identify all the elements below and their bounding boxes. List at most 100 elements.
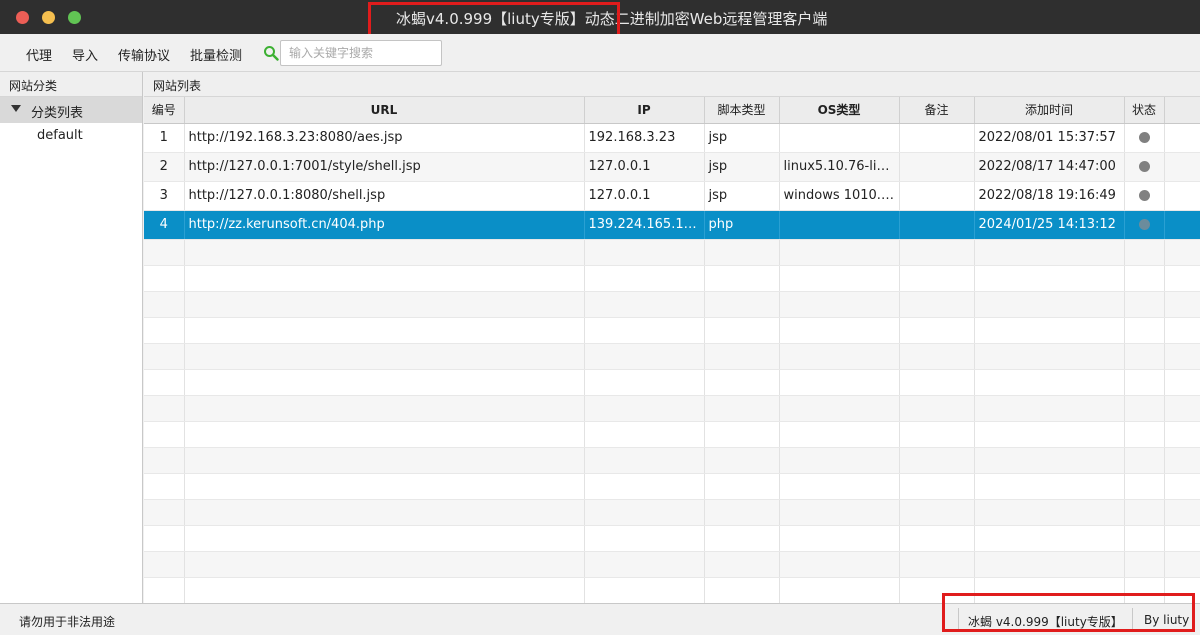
empty-cell	[779, 343, 900, 370]
close-window-button[interactable]	[16, 11, 29, 24]
empty-cell	[779, 395, 900, 422]
table-row[interactable]: 1 http://192.168.3.23:8080/aes.jsp 192.1…	[144, 123, 1200, 153]
empty-cell	[974, 317, 1125, 344]
empty-cell	[899, 473, 975, 500]
empty-cell	[704, 239, 780, 266]
empty-cell	[1164, 473, 1200, 500]
menu-proxy[interactable]: 代理	[26, 45, 52, 64]
empty-cell	[144, 369, 185, 396]
empty-cell	[584, 447, 705, 474]
tree-node-category-list[interactable]: 分类列表	[0, 97, 142, 123]
empty-cell	[704, 369, 780, 396]
empty-cell	[1124, 499, 1165, 526]
empty-table-row	[144, 343, 1200, 370]
empty-cell	[1164, 265, 1200, 292]
status-highlight-box	[942, 593, 1195, 632]
empty-cell	[584, 421, 705, 448]
column-header-url[interactable]: URL	[184, 97, 585, 124]
minimize-window-button[interactable]	[42, 11, 55, 24]
empty-cell	[974, 395, 1125, 422]
cell-ip: 192.168.3.23	[584, 123, 705, 153]
empty-cell	[704, 317, 780, 344]
maximize-window-button[interactable]	[68, 11, 81, 24]
tree-node-default[interactable]: default	[0, 123, 142, 149]
empty-cell	[1124, 317, 1165, 344]
status-warning: 请勿用于非法用途	[19, 615, 116, 629]
empty-cell	[584, 265, 705, 292]
cell-url: http://zz.kerunsoft.cn/404.php	[184, 210, 585, 240]
cell-os-type: linux5.10.76-lin...	[779, 152, 900, 182]
site-list-panel: 网站列表 编号 URL IP 脚本类型 OS类型 备注 添加时间 状态 1 ht…	[144, 72, 1200, 604]
empty-table-row	[144, 317, 1200, 344]
empty-cell	[704, 343, 780, 370]
empty-cell	[584, 343, 705, 370]
column-header-os-type[interactable]: OS类型	[779, 97, 900, 124]
empty-cell	[899, 499, 975, 526]
empty-cell	[974, 447, 1125, 474]
cell-script-type: jsp	[704, 123, 780, 153]
empty-cell	[1124, 291, 1165, 318]
cell-ip: 127.0.0.1	[584, 152, 705, 182]
triangle-down-icon[interactable]	[11, 105, 21, 112]
empty-cell	[704, 395, 780, 422]
menu-import[interactable]: 导入	[72, 45, 98, 64]
empty-cell	[144, 395, 185, 422]
table-row-selected[interactable]: 4 http://zz.kerunsoft.cn/404.php 139.224…	[144, 210, 1200, 240]
cell-ip: 127.0.0.1	[584, 181, 705, 211]
empty-cell	[974, 291, 1125, 318]
cell-note	[899, 181, 975, 211]
empty-cell	[1164, 525, 1200, 552]
status-dot-icon	[1138, 190, 1150, 201]
column-header-script-type[interactable]: 脚本类型	[704, 97, 780, 124]
cell-id: 1	[144, 123, 185, 153]
empty-cell	[899, 317, 975, 344]
empty-table-row	[144, 369, 1200, 396]
empty-cell	[584, 525, 705, 552]
empty-cell	[1164, 421, 1200, 448]
menu-transport-protocol[interactable]: 传输协议	[118, 45, 170, 64]
search-icon[interactable]	[263, 45, 279, 61]
table-row[interactable]: 3 http://127.0.0.1:8080/shell.jsp 127.0.…	[144, 181, 1200, 211]
empty-cell	[1164, 239, 1200, 266]
column-header-id[interactable]: 编号	[144, 97, 185, 124]
category-panel-header: 网站分类	[0, 72, 142, 97]
column-header-note[interactable]: 备注	[899, 97, 975, 124]
empty-cell	[899, 525, 975, 552]
cell-id: 2	[144, 152, 185, 182]
empty-table-row	[144, 265, 1200, 292]
empty-cell	[1124, 525, 1165, 552]
cell-script-type: jsp	[704, 181, 780, 211]
empty-cell	[1164, 395, 1200, 422]
cell-status	[1124, 123, 1165, 153]
empty-cell	[974, 525, 1125, 552]
empty-cell	[974, 473, 1125, 500]
cell-os-type	[779, 210, 900, 240]
title-highlight-box	[368, 2, 620, 38]
empty-cell	[899, 551, 975, 578]
empty-table-row	[144, 473, 1200, 500]
table-row[interactable]: 2 http://127.0.0.1:7001/style/shell.jsp …	[144, 152, 1200, 182]
empty-cell	[584, 291, 705, 318]
empty-cell	[1124, 421, 1165, 448]
empty-cell	[1164, 291, 1200, 318]
empty-cell	[584, 577, 705, 604]
column-header-ip[interactable]: IP	[584, 97, 705, 124]
empty-cell	[144, 317, 185, 344]
menu-bar: 代理 导入 传输协议 批量检测	[0, 34, 1200, 72]
empty-cell	[1124, 343, 1165, 370]
empty-cell	[184, 499, 585, 526]
empty-cell	[584, 317, 705, 344]
menu-batch-check[interactable]: 批量检测	[190, 45, 242, 64]
column-header-add-time[interactable]: 添加时间	[974, 97, 1125, 124]
cell-filler	[1164, 152, 1200, 182]
empty-cell	[1124, 473, 1165, 500]
empty-cell	[704, 473, 780, 500]
empty-cell	[974, 239, 1125, 266]
tree-node-label: 分类列表	[31, 106, 84, 121]
empty-cell	[184, 421, 585, 448]
empty-cell	[779, 239, 900, 266]
column-header-status[interactable]: 状态	[1124, 97, 1165, 124]
empty-cell	[184, 525, 585, 552]
empty-cell	[184, 317, 585, 344]
search-input[interactable]	[280, 40, 442, 66]
